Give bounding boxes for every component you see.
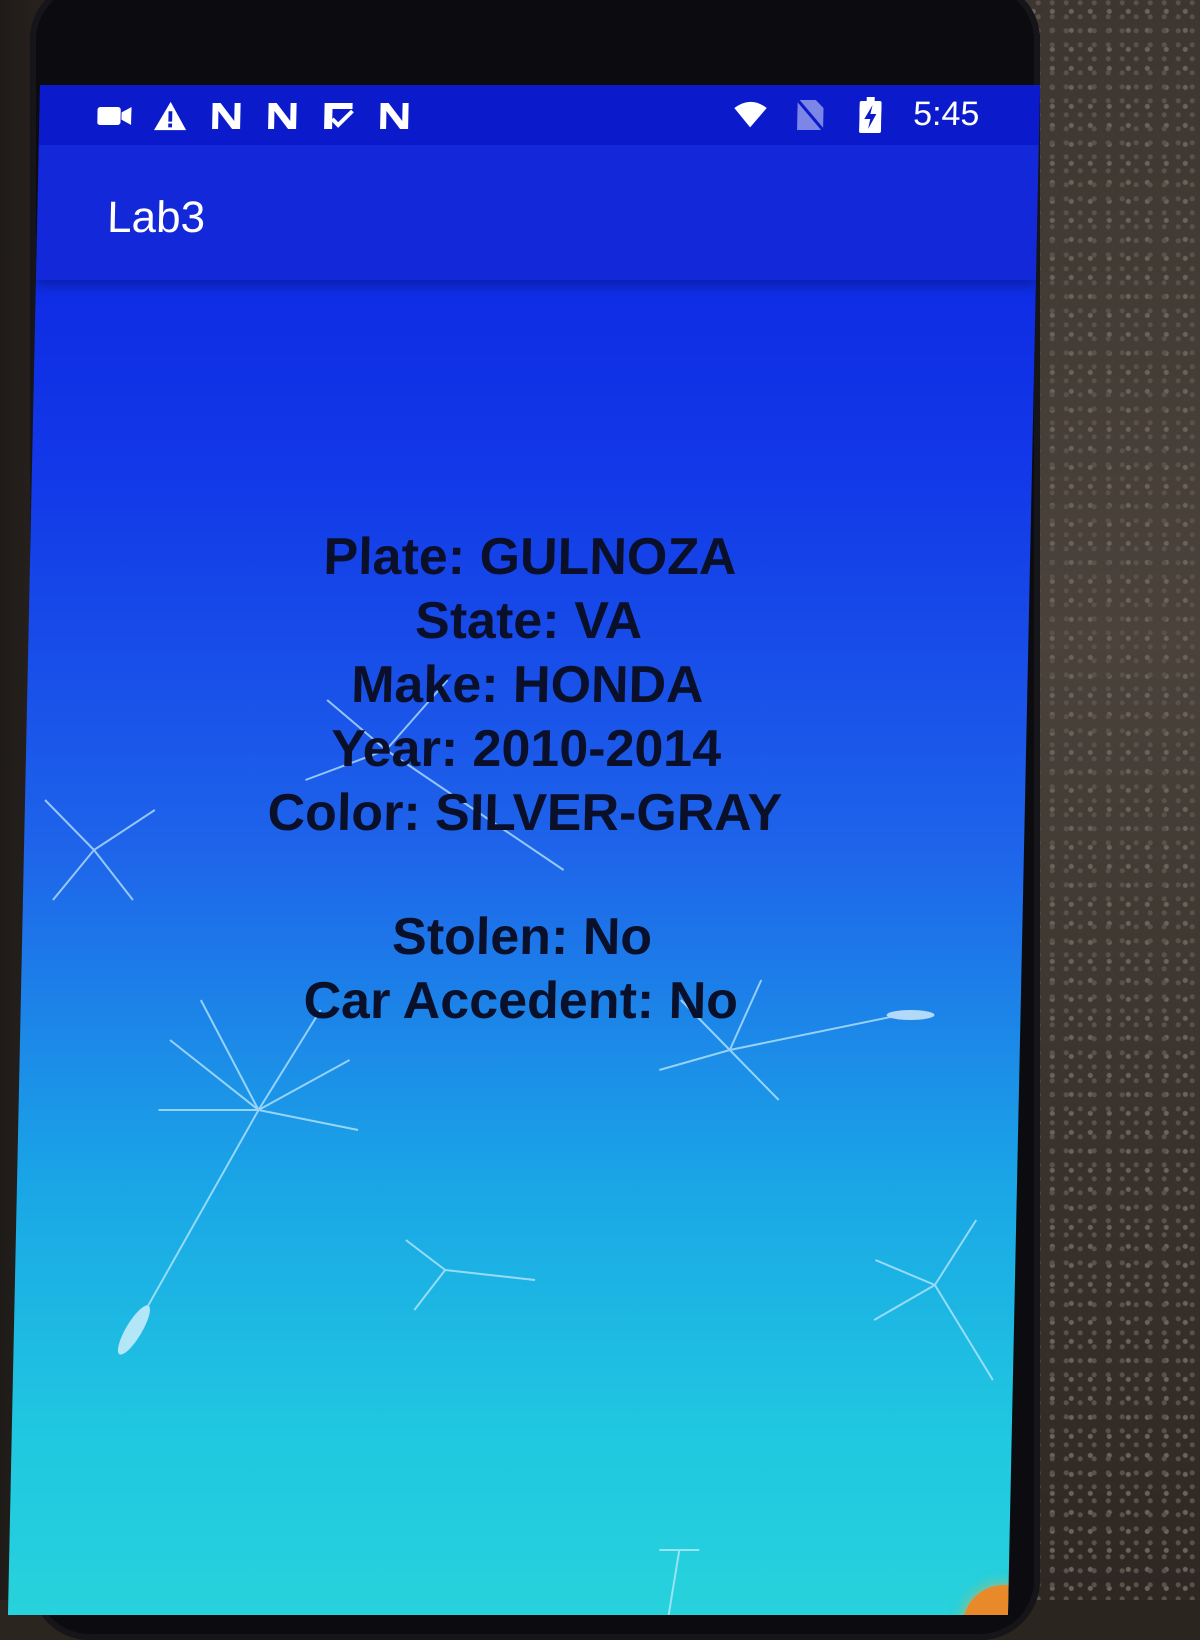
warning-icon	[153, 99, 188, 133]
n-notification-icon	[265, 99, 300, 133]
n-notification-icon	[377, 99, 412, 133]
wifi-icon	[733, 98, 768, 132]
background-surface	[1020, 0, 1200, 1600]
no-sim-icon	[793, 98, 828, 132]
n-check-notification-icon	[321, 99, 356, 133]
accident-text: Car Accedent: No	[303, 972, 739, 1030]
status-time: 5:45	[912, 95, 980, 133]
stolen-text: Stolen: No	[391, 908, 653, 966]
plate-text: Plate: GULNOZA	[322, 528, 738, 586]
app-title: Lab3	[106, 193, 206, 242]
year-text: Year: 2010-2014	[330, 720, 722, 778]
app-bar: Lab3	[35, 145, 1039, 280]
vehicle-details: Plate: GULNOZA State: VA Make: HONDA Yea…	[20, 525, 1031, 1033]
color-text: Color: SILVER-GRAY	[267, 784, 783, 842]
dandelion-seed-1	[117, 999, 359, 1355]
make-text: Make: HONDA	[350, 656, 705, 714]
n-notification-icon	[209, 99, 244, 133]
dandelion-seed-5	[405, 1239, 536, 1311]
video-camera-icon	[97, 99, 132, 133]
state-text: State: VA	[414, 592, 644, 650]
status-bar: 5:45	[38, 85, 1041, 145]
phone-screen: 5:45 Lab3 Plate: GULNOZA State: VA Make:…	[7, 85, 1041, 1615]
dandelion-seed-7	[659, 1549, 700, 1615]
battery-charging-icon	[853, 96, 888, 133]
dandelion-seed-6	[873, 1219, 994, 1381]
